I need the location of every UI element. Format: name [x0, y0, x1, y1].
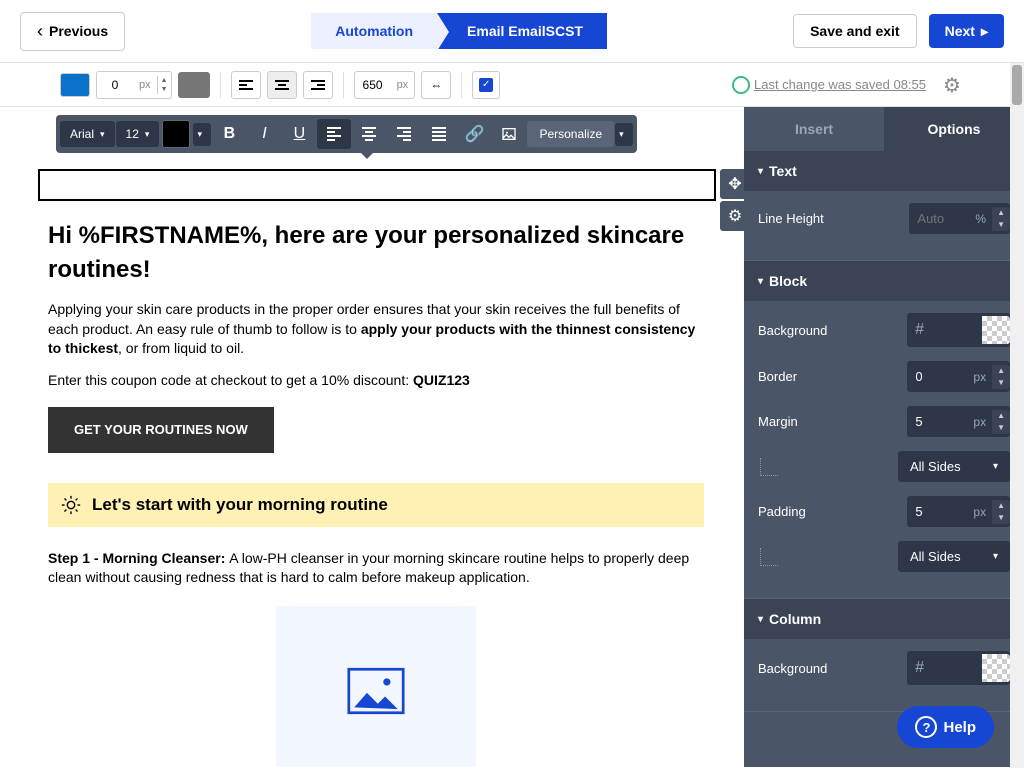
- block-bg-label: Background: [758, 323, 899, 338]
- margin-input[interactable]: px▲▼: [907, 406, 1010, 437]
- border-label: Border: [758, 369, 899, 384]
- text-color[interactable]: [162, 120, 190, 148]
- block-settings-icon[interactable]: ⚙: [720, 201, 744, 231]
- link-icon[interactable]: 🔗: [457, 119, 491, 149]
- align-right-button[interactable]: [303, 71, 333, 99]
- help-button[interactable]: Help: [897, 706, 994, 748]
- section-block[interactable]: Block: [744, 261, 1024, 301]
- paragraph-2: Enter this coupon code at checkout to ge…: [48, 371, 704, 391]
- check-circle-icon: [732, 76, 750, 94]
- align-justify-icon[interactable]: [422, 119, 456, 149]
- line-height-input[interactable]: %▲▼: [909, 203, 1010, 234]
- width-input-box: px: [354, 71, 416, 99]
- font-select[interactable]: Arial: [60, 121, 115, 147]
- margin-label: Margin: [758, 414, 899, 429]
- block-bg-color[interactable]: #: [907, 313, 1010, 347]
- next-label: Next: [945, 23, 975, 39]
- section-column[interactable]: Column: [744, 599, 1024, 639]
- bg-color-swatch[interactable]: [60, 73, 90, 97]
- margin-sides-select[interactable]: All Sides: [898, 451, 1010, 482]
- checkbox[interactable]: ✓: [472, 71, 500, 99]
- padding-input-sb[interactable]: px▲▼: [907, 496, 1010, 527]
- previous-button[interactable]: Previous: [20, 12, 125, 51]
- italic-button[interactable]: I: [247, 119, 281, 149]
- align-center-icon[interactable]: [352, 119, 386, 149]
- save-status: Last change was saved 08:55: [732, 76, 926, 94]
- image-placeholder[interactable]: [276, 606, 476, 767]
- tab-insert[interactable]: Insert: [744, 107, 884, 151]
- width-input[interactable]: [355, 78, 391, 92]
- breadcrumb-tabs: Automation Email EmailSCST: [311, 13, 607, 49]
- cta-button[interactable]: GET YOUR ROUTINES NOW: [48, 407, 274, 453]
- email-heading: Hi %FIRSTNAME%, here are your personaliz…: [48, 219, 704, 286]
- paragraph-1: Applying your skin care products in the …: [48, 300, 704, 359]
- tab-options[interactable]: Options: [884, 107, 1024, 151]
- tree-indent-icon: [760, 548, 778, 566]
- secondary-swatch[interactable]: [178, 72, 210, 98]
- padding-unit: px: [133, 79, 157, 91]
- section-text[interactable]: Text: [744, 151, 1024, 191]
- align-left-button[interactable]: [231, 71, 261, 99]
- sun-icon: [60, 494, 82, 516]
- padding-stepper[interactable]: ▲▼: [157, 76, 171, 94]
- email-content: Hi %FIRSTNAME%, here are your personaliz…: [0, 201, 744, 767]
- column-bg-color[interactable]: #: [907, 651, 1010, 685]
- save-exit-button[interactable]: Save and exit: [793, 14, 917, 48]
- fit-width-button[interactable]: ⇔: [421, 71, 451, 99]
- image-icon[interactable]: [492, 119, 526, 149]
- scrollbar[interactable]: [1010, 63, 1024, 768]
- underline-button[interactable]: U: [282, 119, 316, 149]
- selected-block[interactable]: ✥ ⚙: [38, 169, 716, 201]
- tree-indent-icon: [760, 458, 778, 476]
- save-label: Save and exit: [810, 23, 900, 39]
- settings-icon[interactable]: ⚙: [940, 73, 964, 97]
- text-toolbar: Arial 12 B I U 🔗 Personalize: [56, 115, 637, 153]
- color-dropdown[interactable]: [193, 123, 211, 146]
- more-dropdown[interactable]: [615, 123, 633, 146]
- padding-input[interactable]: [97, 78, 133, 92]
- sidebar: Insert Options Text Line Height %▲▼ Bloc…: [744, 107, 1024, 767]
- align-left-icon[interactable]: [317, 119, 351, 149]
- tab-automation[interactable]: Automation: [311, 13, 437, 49]
- morning-routine-callout: Let's start with your morning routine: [48, 483, 704, 527]
- padding-label: Padding: [758, 504, 899, 519]
- tab-email[interactable]: Email EmailSCST: [437, 13, 607, 49]
- previous-label: Previous: [49, 23, 108, 39]
- bold-button[interactable]: B: [212, 119, 246, 149]
- next-button[interactable]: Next: [929, 14, 1004, 48]
- padding-sides-select[interactable]: All Sides: [898, 541, 1010, 572]
- column-bg-label: Background: [758, 661, 899, 676]
- personalize-button[interactable]: Personalize: [527, 121, 614, 147]
- size-select[interactable]: 12: [116, 121, 160, 147]
- border-input[interactable]: px▲▼: [907, 361, 1010, 392]
- move-icon[interactable]: ✥: [720, 169, 744, 199]
- align-center-button[interactable]: [267, 71, 297, 99]
- image-placeholder-icon: [347, 667, 405, 715]
- align-right-icon[interactable]: [387, 119, 421, 149]
- width-unit: px: [391, 79, 415, 91]
- line-height-label: Line Height: [758, 211, 901, 226]
- step-1: Step 1 - Morning Cleanser: A low-PH clea…: [48, 549, 704, 588]
- padding-input-box: px ▲▼: [96, 71, 172, 99]
